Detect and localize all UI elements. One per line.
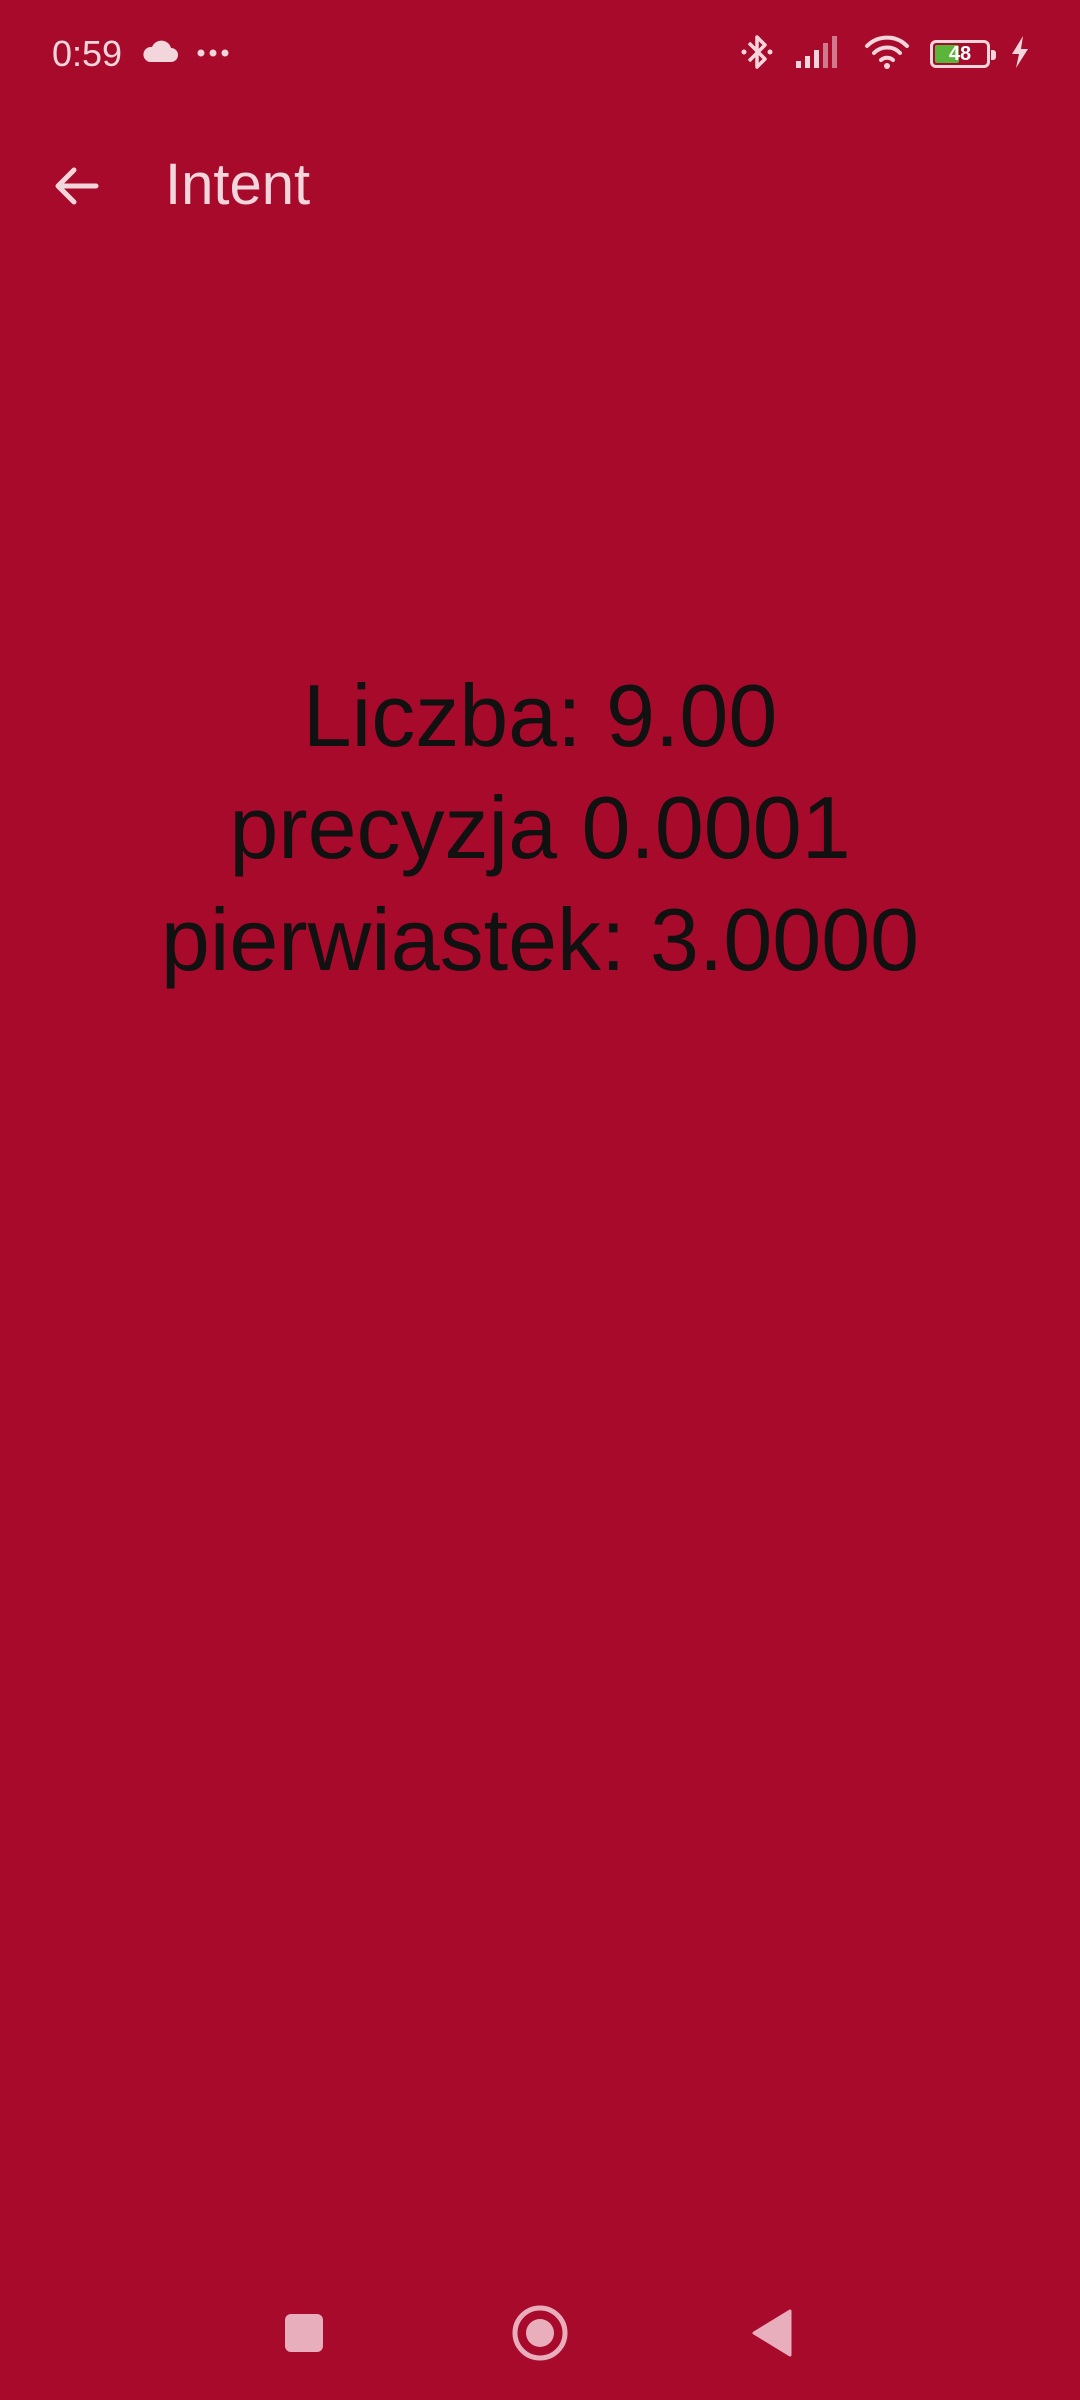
navigation-bar (0, 2280, 1080, 2390)
app-bar: Intent (0, 120, 1080, 250)
signal-icon (794, 34, 844, 75)
screen: 0:59 48 Intent Liczba: 9.00 precyzja 0.0… (0, 0, 1080, 2400)
status-right-icons: 48 (740, 30, 1030, 78)
back-button[interactable] (36, 148, 116, 228)
recents-square-icon (282, 2311, 326, 2360)
status-time: 0:59 (52, 33, 123, 74)
precision-text: precyzja 0.0001 (229, 778, 851, 877)
status-bar: 0:59 48 (0, 0, 1080, 108)
status-left-icons (140, 34, 230, 74)
battery-cap (991, 50, 996, 60)
cloud-icon (140, 38, 180, 71)
app-title: Intent (165, 152, 311, 217)
more-dots-icon (196, 45, 230, 63)
number-text: Liczba: 9.00 (302, 666, 778, 765)
back-nav-button[interactable] (732, 2295, 812, 2375)
battery-level: 48 (948, 43, 972, 65)
wifi-icon (864, 34, 910, 75)
back-triangle-icon (750, 2308, 794, 2363)
arrow-back-icon (50, 160, 102, 217)
battery-icon: 48 (930, 40, 996, 68)
recents-button[interactable] (264, 2295, 344, 2375)
bluetooth-icon (740, 32, 774, 77)
home-circle-icon (510, 2303, 570, 2368)
result-text-block: Liczba: 9.00 precyzja 0.0001 pierwiastek… (0, 660, 1080, 996)
square-root-text: pierwiastek: 3.0000 (160, 890, 920, 989)
charging-icon (1010, 35, 1030, 74)
home-button[interactable] (500, 2295, 580, 2375)
